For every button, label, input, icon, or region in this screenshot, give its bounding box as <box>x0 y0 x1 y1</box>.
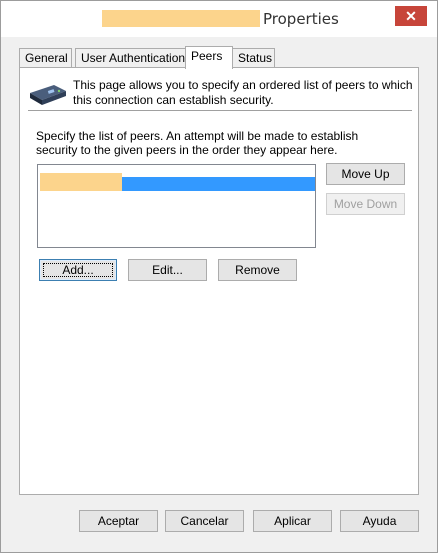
help-button[interactable]: Ayuda <box>340 510 419 532</box>
properties-dialog: Properties ✕ General User Authentication… <box>0 0 438 553</box>
tab-peers[interactable]: Peers <box>185 46 233 69</box>
tab-user-authentication[interactable]: User Authentication <box>75 48 186 68</box>
tab-general[interactable]: General <box>19 48 72 68</box>
add-button[interactable]: Add... <box>39 259 117 281</box>
tab-status[interactable]: Status <box>232 48 275 68</box>
remove-button[interactable]: Remove <box>218 259 297 281</box>
separator <box>28 110 412 111</box>
peers-intro-text: This page allows you to specify an order… <box>73 78 413 107</box>
dialog-button-bar: Aceptar Cancelar Aplicar Ayuda <box>1 501 437 553</box>
peer-list[interactable] <box>37 164 316 248</box>
accept-button[interactable]: Aceptar <box>79 510 158 532</box>
list-item-selected[interactable] <box>40 173 315 191</box>
close-icon: ✕ <box>405 8 417 24</box>
title-bar[interactable]: Properties ✕ <box>1 1 437 37</box>
move-up-button[interactable]: Move Up <box>326 163 405 185</box>
close-button[interactable]: ✕ <box>395 6 427 26</box>
cancel-button[interactable]: Cancelar <box>165 510 244 532</box>
peers-panel: This page allows you to specify an order… <box>19 67 419 495</box>
window-title: Properties <box>263 10 339 28</box>
apply-button[interactable]: Aplicar <box>253 510 332 532</box>
redacted-connection-name <box>102 10 260 27</box>
focus-ring <box>43 263 113 277</box>
peers-instruction-text: Specify the list of peers. An attempt wi… <box>36 129 359 157</box>
move-down-button[interactable]: Move Down <box>326 193 405 215</box>
redacted-peer-name <box>40 173 122 191</box>
network-adapter-icon <box>30 85 66 105</box>
edit-button[interactable]: Edit... <box>128 259 207 281</box>
